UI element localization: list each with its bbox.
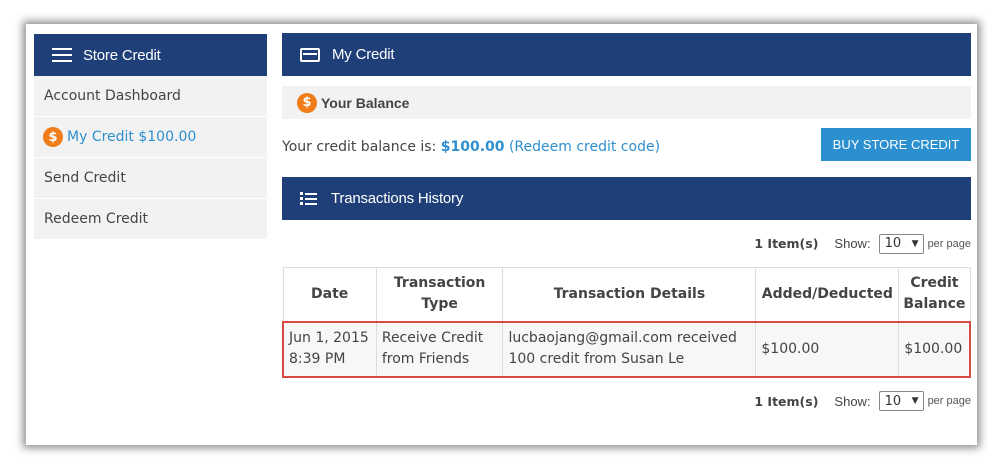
sidebar-item-redeem-credit[interactable]: Redeem Credit: [34, 199, 267, 240]
sidebar-header: Store Credit: [34, 34, 267, 76]
balance-section-title: Your Balance: [321, 94, 410, 111]
show-label: Show:: [834, 236, 871, 251]
cell-transaction-type: Receive Credit from Friends: [375, 320, 504, 378]
sidebar-item-label: My Credit $100.00: [67, 129, 197, 145]
cell-added-deducted: $100.00: [755, 320, 900, 378]
balance-prefix: Your credit balance is:: [282, 139, 441, 155]
page-title: My Credit: [332, 46, 395, 63]
buy-store-credit-button[interactable]: BUY STORE CREDIT: [821, 128, 971, 161]
dollar-coin-icon: $: [43, 127, 63, 147]
per-page-label: per page: [927, 395, 971, 407]
item-count: 1 Item(s): [754, 236, 819, 251]
per-page-select[interactable]: 10 ▼: [878, 391, 924, 411]
sidebar-item-account-dashboard[interactable]: Account Dashboard: [34, 76, 267, 117]
my-credit-header: My Credit: [282, 33, 971, 76]
transactions-history-header: Transactions History: [282, 177, 971, 220]
sidebar-item-my-credit[interactable]: $ My Credit $100.00: [34, 117, 267, 158]
sidebar-item-label: Account Dashboard: [44, 88, 181, 104]
sidebar-item-send-credit[interactable]: Send Credit: [34, 158, 267, 199]
show-label: Show:: [834, 393, 871, 409]
cell-credit-balance: $100.00: [898, 320, 972, 378]
column-header-added-deducted[interactable]: Added/Deducted: [755, 267, 900, 322]
cell-date: Jun 1, 2015 8:39 PM: [281, 320, 377, 378]
per-page-value: 10: [884, 236, 902, 251]
transactions-history-title: Transactions History: [331, 190, 464, 207]
credit-card-icon: [300, 47, 320, 62]
balance-section-header: $ Your Balance: [282, 86, 971, 119]
sidebar-item-label: Redeem Credit: [44, 211, 149, 227]
pager-top: 1 Item(s) Show: 10 ▼ per page: [282, 220, 971, 267]
hamburger-menu-icon[interactable]: [52, 48, 72, 62]
per-page-label: per page: [927, 237, 971, 250]
redeem-credit-code-link[interactable]: (Redeem credit code): [509, 139, 660, 155]
column-header-credit-balance[interactable]: Credit Balance: [898, 267, 971, 322]
main-content: My Credit $ Your Balance Your credit bal…: [281, 33, 972, 425]
column-header-transaction-details[interactable]: Transaction Details: [502, 267, 757, 322]
list-icon: [300, 192, 317, 205]
column-header-date[interactable]: Date: [282, 267, 377, 322]
per-page-value: 10: [884, 393, 902, 409]
balance-amount: $100.00: [440, 139, 505, 155]
sidebar-title: Store Credit: [83, 46, 161, 64]
sidebar: Store Credit Account Dashboard $ My Cred…: [34, 34, 267, 240]
cell-transaction-details: lucbaojang@gmail.com received 100 credit…: [502, 320, 757, 378]
dollar-coin-icon: $: [297, 92, 317, 113]
dropdown-arrow-icon: ▼: [911, 238, 919, 249]
pager-bottom: 1 Item(s) Show: 10 ▼ per page: [282, 378, 971, 425]
column-header-transaction-type[interactable]: Transaction Type: [375, 267, 504, 322]
dropdown-arrow-icon: ▼: [911, 396, 919, 406]
balance-row: Your credit balance is: $100.00 (Redeem …: [282, 119, 971, 177]
per-page-select[interactable]: 10 ▼: [878, 233, 924, 254]
sidebar-item-label: Send Credit: [44, 170, 126, 186]
table-header-row: Date Transaction Type Transaction Detail…: [282, 267, 971, 322]
item-count: 1 Item(s): [754, 393, 819, 409]
table-row: Jun 1, 2015 8:39 PM Receive Credit from …: [281, 320, 972, 378]
transactions-table: Date Transaction Type Transaction Detail…: [281, 267, 972, 378]
balance-text: Your credit balance is: $100.00 (Redeem …: [282, 139, 660, 155]
